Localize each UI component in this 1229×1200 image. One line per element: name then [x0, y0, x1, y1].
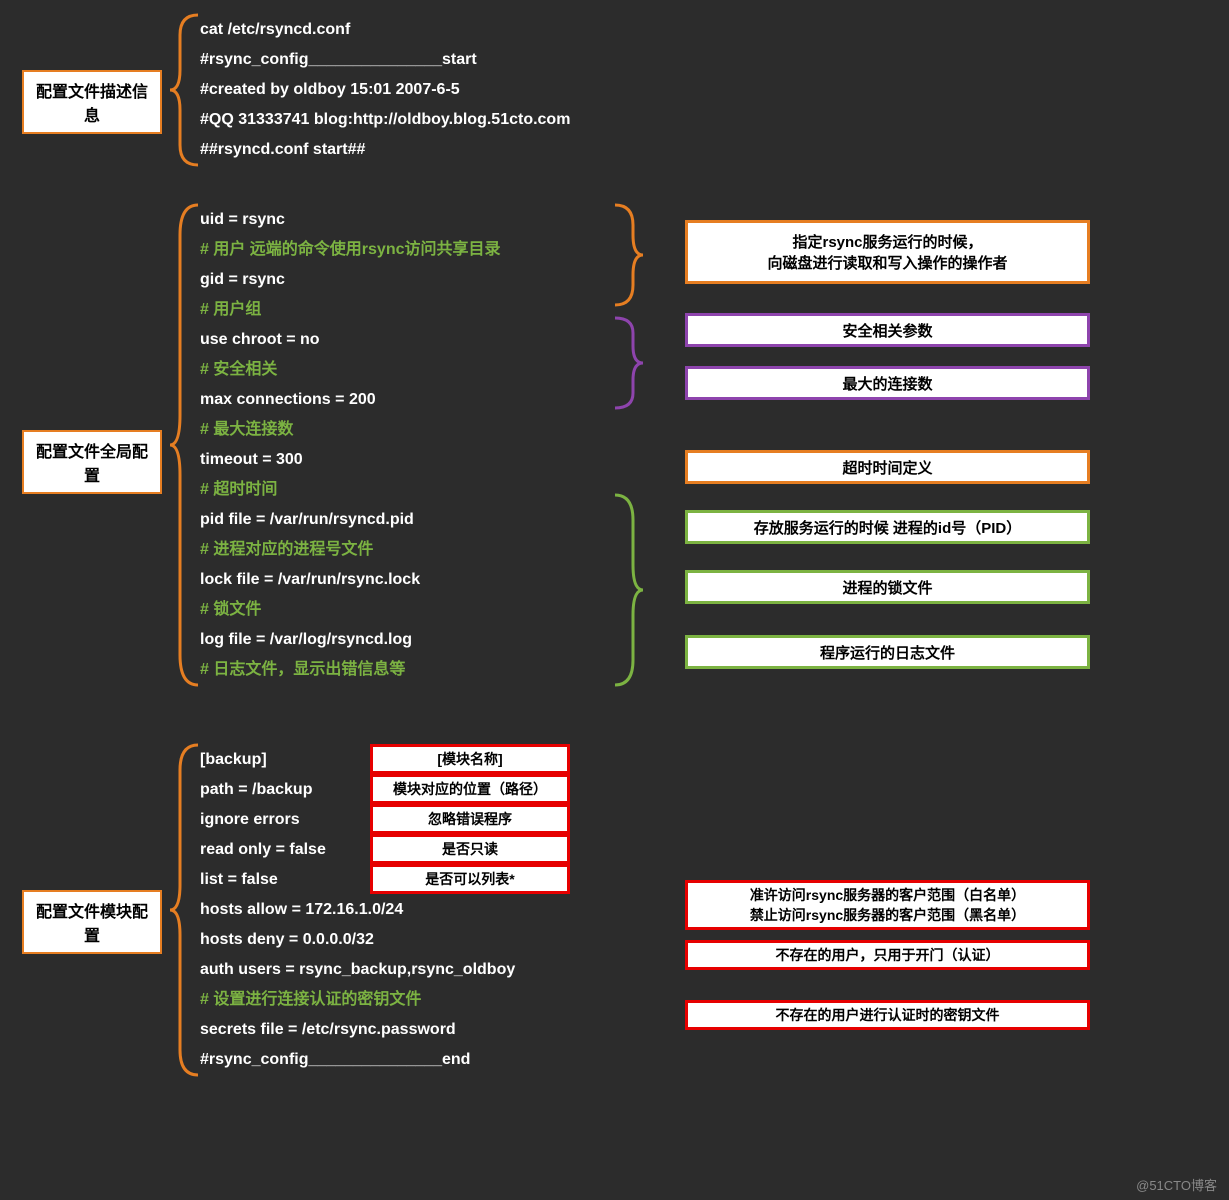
note-s2-7: 程序运行的日志文件	[685, 635, 1090, 669]
note-s2-5: 存放服务运行的时候 进程的id号（PID）	[685, 510, 1090, 544]
note-s2-1: 指定rsync服务运行的时候， 向磁盘进行读取和写入操作的操作者	[685, 220, 1090, 284]
note-s2-6: 进程的锁文件	[685, 570, 1090, 604]
code-section1: cat /etc/rsyncd.conf #rsync_config______…	[200, 15, 570, 165]
note-text: 存放服务运行的时候 进程的id号（PID）	[754, 517, 1022, 538]
note-s3-2: 不存在的用户，只用于开门（认证）	[685, 940, 1090, 970]
s2-line: uid = rsync	[200, 205, 501, 235]
label-section2: 配置文件全局配置	[22, 430, 162, 494]
s2-line: # 锁文件	[200, 595, 501, 625]
s2-line: pid file = /var/run/rsyncd.pid	[200, 505, 501, 535]
s1-line: #rsync_config_______________start	[200, 45, 570, 75]
s2-line: # 用户 远端的命令使用rsync访问共享目录	[200, 235, 501, 265]
note-text: 准许访问rsync服务器的客户范围（白名单）	[750, 885, 1025, 905]
label-section3: 配置文件模块配置	[22, 890, 162, 954]
s1-line: #QQ 31333741 blog:http://oldboy.blog.51c…	[200, 105, 570, 135]
bracket-section2	[170, 205, 198, 690]
tag-ignore: 忽略错误程序	[370, 804, 570, 834]
s3-line: #rsync_config_______________end	[200, 1045, 515, 1075]
note-s2-2: 安全相关参数	[685, 313, 1090, 347]
s3-line: hosts deny = 0.0.0.0/32	[200, 925, 515, 955]
tag-list: 是否可以列表*	[370, 864, 570, 894]
note-text: 不存在的用户进行认证时的密钥文件	[776, 1005, 1000, 1025]
s3-line: secrets file = /etc/rsync.password	[200, 1015, 515, 1045]
note-text: 超时时间定义	[842, 457, 932, 478]
note-s2-3: 最大的连接数	[685, 366, 1090, 400]
note-s2-4: 超时时间定义	[685, 450, 1090, 484]
s2-line: timeout = 300	[200, 445, 501, 475]
note-text: 安全相关参数	[842, 320, 932, 341]
s2-line: # 日志文件，显示出错信息等	[200, 655, 501, 685]
s2-line: lock file = /var/run/rsync.lock	[200, 565, 501, 595]
s1-line: cat /etc/rsyncd.conf	[200, 15, 570, 45]
s1-line: #created by oldboy 15:01 2007-6-5	[200, 75, 570, 105]
note-text: 进程的锁文件	[842, 577, 932, 598]
note-text: 程序运行的日志文件	[820, 642, 955, 663]
s2-line: # 用户组	[200, 295, 501, 325]
s3-line: hosts allow = 172.16.1.0/24	[200, 895, 515, 925]
note-text: 最大的连接数	[842, 373, 932, 394]
s2-line: gid = rsync	[200, 265, 501, 295]
tag-module-name: [模块名称]	[370, 744, 570, 774]
s2-line: # 超时时间	[200, 475, 501, 505]
s2-line: # 最大连接数	[200, 415, 501, 445]
bracket-s2-g1	[615, 205, 643, 310]
note-s3-3: 不存在的用户进行认证时的密钥文件	[685, 1000, 1090, 1030]
s3-line: auth users = rsync_backup,rsync_oldboy	[200, 955, 515, 985]
bracket-section3	[170, 745, 198, 1080]
bracket-s2-g2	[615, 318, 643, 413]
note-text: 不存在的用户，只用于开门（认证）	[776, 945, 1000, 965]
note-text: 向磁盘进行读取和写入操作的操作者	[767, 252, 1007, 273]
s2-line: use chroot = no	[200, 325, 501, 355]
bracket-section1	[170, 15, 198, 170]
tag-path: 模块对应的位置（路径）	[370, 774, 570, 804]
note-text: 指定rsync服务运行的时候，	[792, 231, 982, 252]
s2-line: log file = /var/log/rsyncd.log	[200, 625, 501, 655]
bracket-s2-g3	[615, 495, 643, 690]
label-section1: 配置文件描述信息	[22, 70, 162, 134]
note-s3-1: 准许访问rsync服务器的客户范围（白名单） 禁止访问rsync服务器的客户范围…	[685, 880, 1090, 930]
tag-readonly: 是否只读	[370, 834, 570, 864]
s2-line: # 进程对应的进程号文件	[200, 535, 501, 565]
s2-line: max connections = 200	[200, 385, 501, 415]
watermark: @51CTO博客	[1136, 1175, 1217, 1194]
s3-line: # 设置进行连接认证的密钥文件	[200, 985, 515, 1015]
s2-line: # 安全相关	[200, 355, 501, 385]
note-text: 禁止访问rsync服务器的客户范围（黑名单）	[750, 905, 1025, 925]
s1-line: ##rsyncd.conf start##	[200, 135, 570, 165]
code-section2: uid = rsync # 用户 远端的命令使用rsync访问共享目录 gid …	[200, 205, 501, 685]
